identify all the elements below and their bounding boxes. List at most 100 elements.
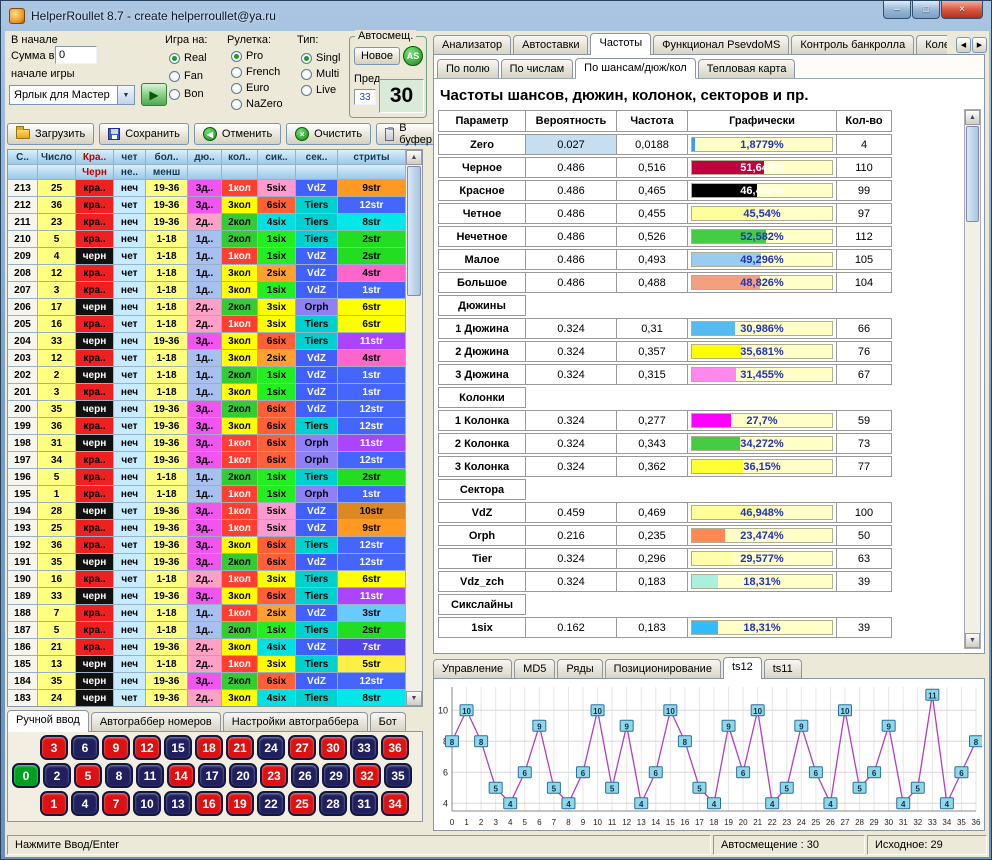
history-header-cell[interactable]: не.. bbox=[114, 165, 146, 180]
freq-param-cell[interactable]: 1six bbox=[438, 617, 526, 638]
clear-button[interactable]: × Очистить bbox=[286, 123, 371, 145]
freq-frequency-cell[interactable]: 0,277 bbox=[616, 410, 688, 431]
freq-frequency-cell[interactable]: 0,31 bbox=[616, 318, 688, 339]
number-button-29[interactable]: 29 bbox=[322, 763, 350, 788]
history-row[interactable]: 20516кра..чет1-182д..1кол3sixTiers6str bbox=[8, 316, 406, 333]
freq-probability-cell[interactable]: 0.486 bbox=[525, 180, 617, 201]
freq-count-cell[interactable]: 63 bbox=[836, 548, 892, 569]
history-header-cell[interactable] bbox=[338, 165, 406, 180]
history-row[interactable]: 1965кра..неч1-181д..2кол1sixTiers2str bbox=[8, 469, 406, 486]
radio-game-real[interactable]: Real bbox=[169, 51, 207, 65]
history-row[interactable]: 20617черннеч1-182д..2кол3sixOrph6str bbox=[8, 299, 406, 316]
freq-count-cell[interactable]: 77 bbox=[836, 456, 892, 477]
freq-probability-cell[interactable]: 0.324 bbox=[525, 364, 617, 385]
number-button-7[interactable]: 7 bbox=[102, 791, 130, 816]
number-button-3[interactable]: 3 bbox=[40, 735, 68, 760]
history-header-cell[interactable]: чет bbox=[114, 150, 146, 165]
number-button-12[interactable]: 12 bbox=[133, 735, 161, 760]
freq-probability-cell[interactable]: 0.027 bbox=[525, 134, 617, 155]
freq-param-cell[interactable]: 3 Колонка bbox=[438, 456, 526, 477]
radio-roulette-nazero[interactable]: NaZero bbox=[231, 97, 283, 111]
freq-frequency-cell[interactable]: 0,516 bbox=[616, 157, 688, 178]
tab-chart-4[interactable]: Позиционирование bbox=[605, 659, 721, 679]
tab-chart-5[interactable]: ts12 bbox=[723, 657, 762, 679]
history-header-cell[interactable] bbox=[38, 165, 76, 180]
history-row[interactable]: 2013кра..неч1-181д..3кол1sixVdZ1str bbox=[8, 384, 406, 401]
tab-main-4[interactable]: Функционал PsevdoMS bbox=[653, 35, 789, 55]
history-row[interactable]: 19428чернчет19-363д..1кол5sixVdZ10str bbox=[8, 503, 406, 520]
number-button-35[interactable]: 35 bbox=[384, 763, 412, 788]
history-row[interactable]: 19236кра..чет19-363д..3кол6sixTiers12str bbox=[8, 537, 406, 554]
freq-probability-cell[interactable]: 0.486 bbox=[525, 226, 617, 247]
tab-input-1[interactable]: Ручной ввод bbox=[7, 710, 89, 732]
freq-count-cell[interactable]: 110 bbox=[836, 157, 892, 178]
history-row[interactable]: 19734кра..чет19-363д..1кол6sixOrph12str bbox=[8, 452, 406, 469]
number-button-36[interactable]: 36 bbox=[381, 735, 409, 760]
history-row[interactable]: 19325кра..неч19-363д..1кол5sixVdZ9str bbox=[8, 520, 406, 537]
history-header-cell[interactable]: дю.. bbox=[188, 150, 222, 165]
freq-count-cell[interactable]: 112 bbox=[836, 226, 892, 247]
tab-main-2[interactable]: Автоставки bbox=[513, 35, 588, 55]
number-button-16[interactable]: 16 bbox=[195, 791, 223, 816]
history-row[interactable]: 1875кра..неч1-181д..2кол1sixTiers2str bbox=[8, 622, 406, 639]
scroll-down-icon[interactable]: ▼ bbox=[406, 691, 422, 706]
freq-count-cell[interactable]: 4 bbox=[836, 134, 892, 155]
freq-count-cell[interactable]: 100 bbox=[836, 502, 892, 523]
history-header-cell[interactable]: бол.. bbox=[146, 150, 188, 165]
history-header-cell[interactable]: Число bbox=[38, 150, 76, 165]
frequencies-scroll-thumb[interactable] bbox=[966, 126, 979, 222]
freq-probability-cell[interactable]: 0.324 bbox=[525, 548, 617, 569]
history-row[interactable]: 18621кра..неч19-362д..3кол4sixVdZ7str bbox=[8, 639, 406, 656]
freq-frequency-cell[interactable]: 0,465 bbox=[616, 180, 688, 201]
number-button-19[interactable]: 19 bbox=[226, 791, 254, 816]
history-row[interactable]: 18324чернчет19-362д..3кол4sixTiers8str bbox=[8, 690, 406, 706]
number-button-1[interactable]: 1 bbox=[40, 791, 68, 816]
freq-frequency-cell[interactable]: 0,296 bbox=[616, 548, 688, 569]
begin-sum-input[interactable] bbox=[55, 46, 97, 64]
history-row[interactable]: 21325кра..неч19-363д..1кол5sixVdZ9str bbox=[8, 180, 406, 197]
history-row[interactable]: 19016кра..чет1-182д..1кол3sixTiers6str bbox=[8, 571, 406, 588]
radio-game-fan[interactable]: Fan bbox=[169, 69, 203, 83]
freq-count-cell[interactable]: 73 bbox=[836, 433, 892, 454]
history-header-cell[interactable]: Черн bbox=[76, 165, 114, 180]
history-header-cell[interactable] bbox=[258, 165, 296, 180]
number-button-25[interactable]: 25 bbox=[288, 791, 316, 816]
freq-param-cell[interactable]: Orph bbox=[438, 525, 526, 546]
number-button-28[interactable]: 28 bbox=[319, 791, 347, 816]
tab-sub-2[interactable]: По числам bbox=[501, 59, 574, 78]
tab-sub-3[interactable]: По шансам/дюж/кол bbox=[575, 58, 696, 79]
tab-sub-4[interactable]: Тепловая карта bbox=[698, 59, 796, 78]
freq-count-cell[interactable]: 105 bbox=[836, 249, 892, 270]
scroll-up-icon[interactable]: ▲ bbox=[965, 110, 980, 125]
radio-roulette-french[interactable]: French bbox=[231, 65, 280, 79]
number-button-32[interactable]: 32 bbox=[353, 763, 381, 788]
master-shortcut-combobox[interactable]: Ярлык для Мастер ▼ bbox=[9, 85, 135, 105]
scroll-down-icon[interactable]: ▼ bbox=[965, 633, 980, 648]
number-button-27[interactable]: 27 bbox=[288, 735, 316, 760]
number-button-34[interactable]: 34 bbox=[381, 791, 409, 816]
history-row[interactable]: 1887кра..неч1-181д..1кол2sixVdZ3str bbox=[8, 605, 406, 622]
freq-param-cell[interactable]: Черное bbox=[438, 157, 526, 178]
history-header-cell[interactable] bbox=[296, 165, 338, 180]
freq-count-cell[interactable]: 97 bbox=[836, 203, 892, 224]
freq-count-cell[interactable]: 66 bbox=[836, 318, 892, 339]
number-button-13[interactable]: 13 bbox=[164, 791, 192, 816]
history-header-cell[interactable]: Кра.. bbox=[76, 150, 114, 165]
scroll-up-icon[interactable]: ▲ bbox=[406, 150, 422, 165]
tab-sub-1[interactable]: По полю bbox=[437, 59, 499, 78]
tab-main-5[interactable]: Контроль банкролла bbox=[791, 35, 914, 55]
freq-probability-cell[interactable]: 0.486 bbox=[525, 157, 617, 178]
frequencies-scrollbar[interactable]: ▲ ▼ bbox=[964, 109, 981, 649]
load-button[interactable]: Загрузить bbox=[7, 123, 94, 145]
history-header-cell[interactable]: менш bbox=[146, 165, 188, 180]
radio-type-singl[interactable]: Singl bbox=[301, 51, 340, 65]
radio-roulette-euro[interactable]: Euro bbox=[231, 81, 269, 95]
number-button-22[interactable]: 22 bbox=[257, 791, 285, 816]
play-button[interactable]: ▶ bbox=[141, 83, 167, 106]
history-header-cell[interactable] bbox=[222, 165, 258, 180]
tab-main-3[interactable]: Частоты bbox=[590, 33, 651, 55]
freq-count-cell[interactable]: 99 bbox=[836, 180, 892, 201]
freq-param-cell[interactable]: 2 Дюжина bbox=[438, 341, 526, 362]
history-header-cell[interactable]: стриты bbox=[338, 150, 406, 165]
freq-count-cell[interactable]: 67 bbox=[836, 364, 892, 385]
